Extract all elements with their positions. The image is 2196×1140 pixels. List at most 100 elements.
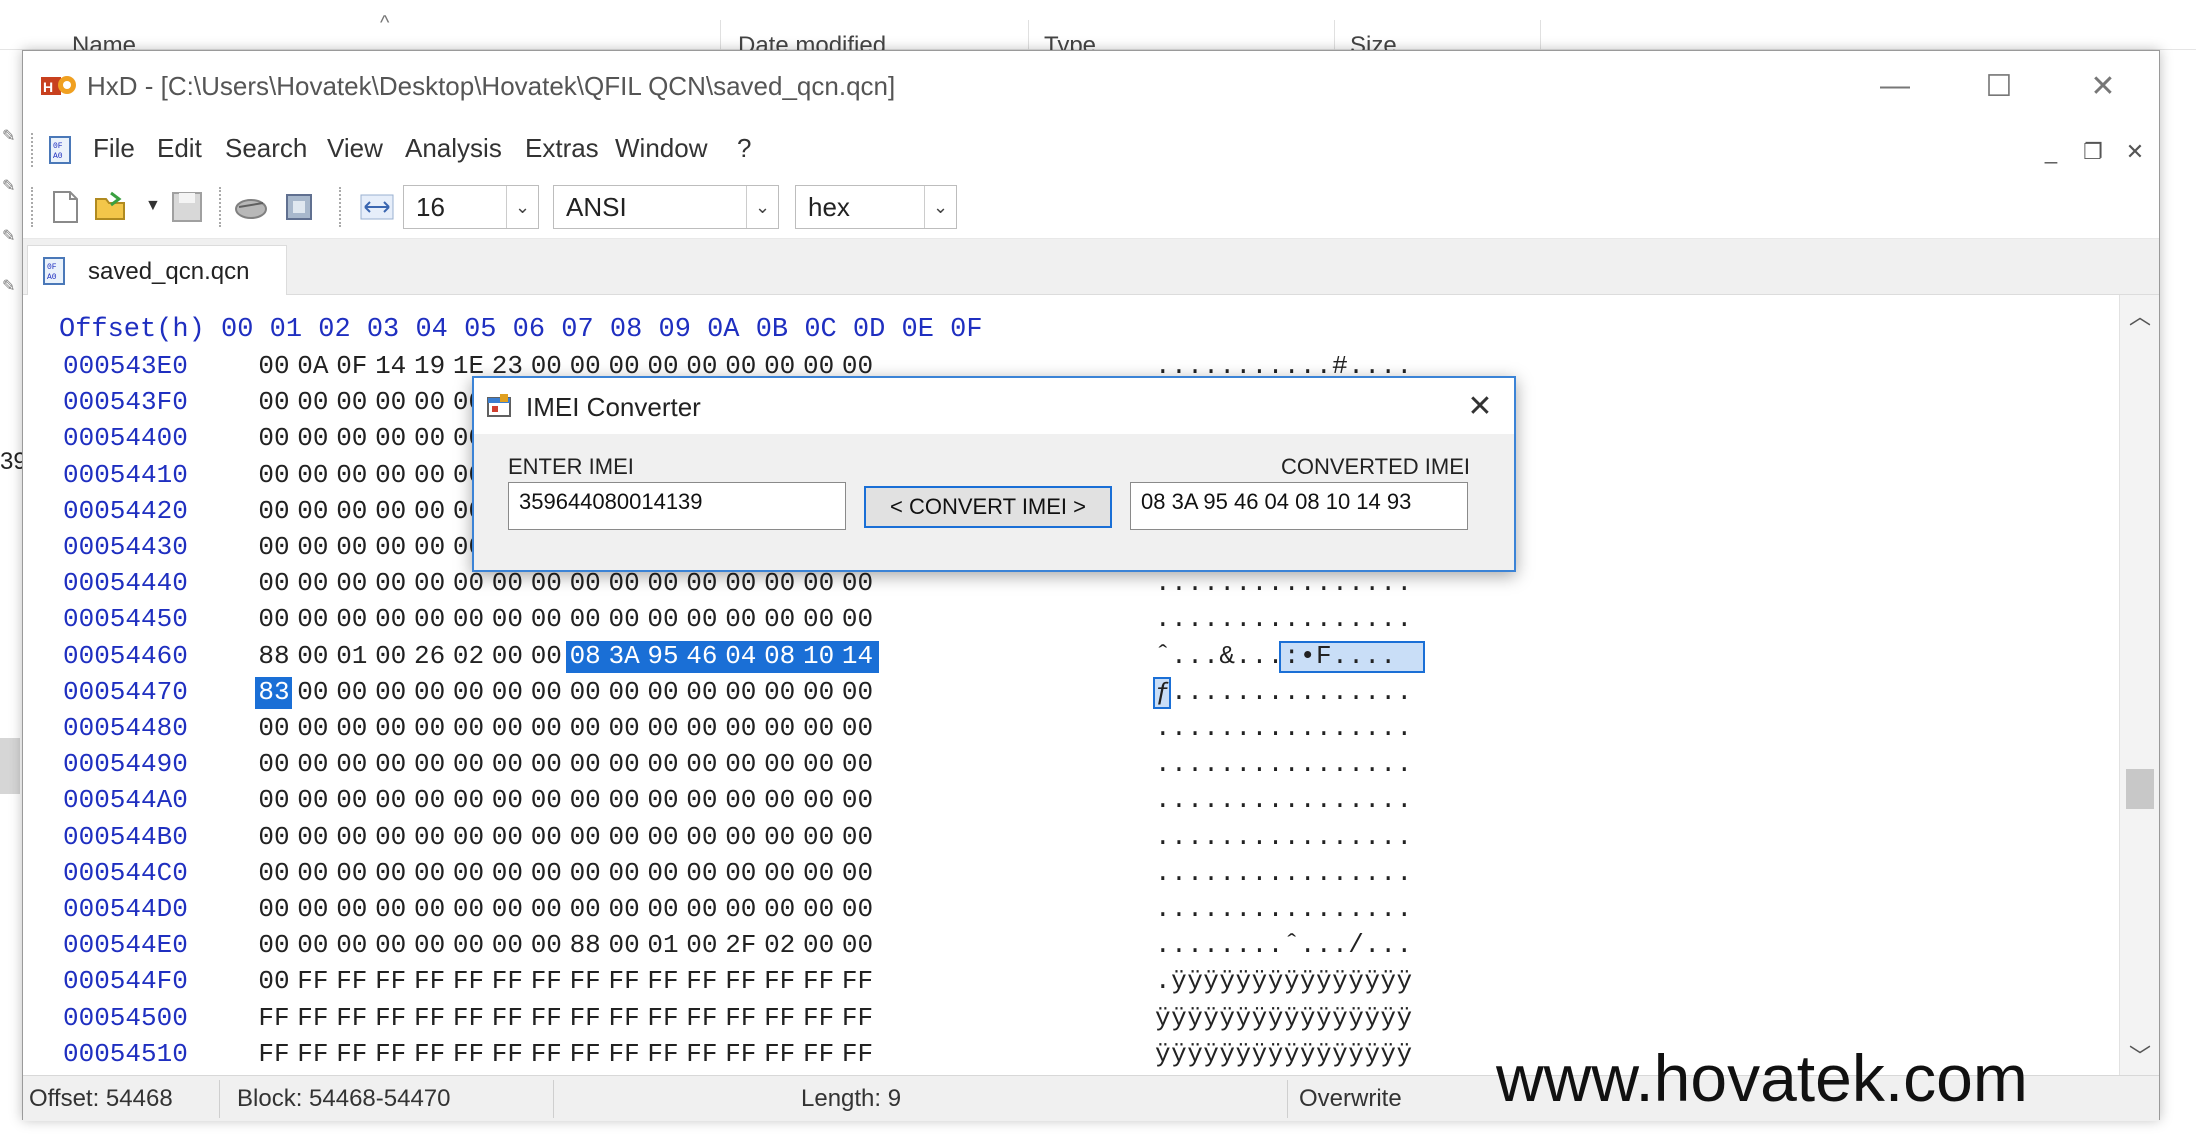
hex-byte[interactable]: 00 [333, 568, 371, 598]
hex-byte[interactable]: 00 [294, 604, 332, 634]
convert-imei-button[interactable]: < CONVERT IMEI > [864, 486, 1112, 528]
scroll-down-icon[interactable]: ﹀ [2120, 1035, 2160, 1075]
hex-byte[interactable]: 00 [761, 822, 799, 852]
hex-byte[interactable]: 00 [294, 713, 332, 743]
hex-byte[interactable]: 00 [605, 604, 643, 634]
hex-byte[interactable]: 00 [527, 604, 565, 634]
hex-row[interactable]: 000544F0 00 FF FF FF FF FF FF FF FF FF FF FF FF FF FF FF… [59, 966, 1509, 1002]
hex-byte[interactable]: 00 [761, 568, 799, 598]
hex-byte[interactable]: FF [722, 1039, 760, 1069]
hex-byte[interactable]: 00 [255, 532, 293, 562]
hex-byte[interactable]: 00 [839, 604, 877, 634]
hex-row[interactable]: 000544E0 00 00 00 00 00 00 00 00 88 00 01 00 2F 02 00 00… [59, 930, 1509, 966]
hex-byte[interactable]: FF [761, 1039, 799, 1069]
hex-byte[interactable]: 00 [372, 749, 410, 779]
hex-byte[interactable]: 00 [605, 568, 643, 598]
hex-byte[interactable]: 00 [605, 749, 643, 779]
hex-byte[interactable]: 00 [372, 604, 410, 634]
hex-byte[interactable]: 00 [488, 822, 526, 852]
hex-byte[interactable]: FF [761, 1003, 799, 1033]
hex-byte[interactable]: 00 [450, 822, 488, 852]
hex-byte[interactable]: 00 [294, 460, 332, 490]
ascii-text[interactable]: .ÿÿÿÿÿÿÿÿÿÿÿÿÿÿÿ [1155, 966, 1413, 996]
hex-byte[interactable]: 14 [839, 641, 877, 671]
hex-byte[interactable]: 00 [411, 677, 449, 707]
hex-byte[interactable]: 00 [411, 930, 449, 960]
dialog-close-button[interactable]: ✕ [1460, 386, 1500, 426]
ascii-text[interactable]: ÿÿÿÿÿÿÿÿÿÿÿÿÿÿÿÿ [1155, 1003, 1413, 1033]
hex-byte[interactable]: 00 [644, 713, 682, 743]
hex-byte[interactable]: FF [839, 1039, 877, 1069]
hex-byte[interactable]: 00 [605, 677, 643, 707]
hex-byte[interactable]: 00 [566, 894, 604, 924]
hex-byte[interactable]: 00 [255, 713, 293, 743]
hex-byte[interactable]: FF [527, 1039, 565, 1069]
hex-byte[interactable]: 00 [372, 822, 410, 852]
hex-byte[interactable]: 00 [488, 568, 526, 598]
hex-byte[interactable]: FF [527, 1003, 565, 1033]
hex-byte[interactable]: 00 [683, 749, 721, 779]
tab-saved-qcn[interactable]: 0F A0 saved_qcn.qcn [27, 245, 287, 295]
hex-byte[interactable]: 14 [372, 351, 410, 381]
scroll-up-icon[interactable]: ︿ [2120, 295, 2160, 335]
hex-byte[interactable]: FF [527, 966, 565, 996]
hex-byte[interactable]: 00 [644, 604, 682, 634]
hex-byte[interactable]: 00 [255, 785, 293, 815]
hex-byte[interactable]: 00 [333, 930, 371, 960]
hex-byte[interactable]: 00 [761, 604, 799, 634]
hex-row[interactable]: 00054490 00 00 00 00 00 00 00 00 00 00 00 00 00 00 00 00… [59, 749, 1509, 785]
hex-byte[interactable]: 00 [255, 894, 293, 924]
menu-file[interactable]: File [93, 133, 135, 164]
hex-byte[interactable]: FF [255, 1039, 293, 1069]
hex-byte[interactable]: 00 [333, 822, 371, 852]
hex-byte[interactable]: 00 [255, 749, 293, 779]
hex-byte[interactable]: FF [294, 966, 332, 996]
hex-byte[interactable]: 00 [450, 858, 488, 888]
hex-byte[interactable]: 00 [722, 894, 760, 924]
menu-edit[interactable]: Edit [157, 133, 202, 164]
mdi-restore-button[interactable]: ❐ [2079, 139, 2107, 165]
hex-byte[interactable]: 00 [683, 677, 721, 707]
hex-byte[interactable]: 00 [605, 822, 643, 852]
hex-byte[interactable]: 26 [411, 641, 449, 671]
hex-byte[interactable]: 00 [566, 785, 604, 815]
hex-byte[interactable]: 00 [411, 604, 449, 634]
hex-byte[interactable]: 00 [644, 677, 682, 707]
hex-byte[interactable]: FF [566, 1003, 604, 1033]
hex-byte[interactable]: FF [333, 966, 371, 996]
hex-byte[interactable]: 00 [450, 604, 488, 634]
hex-row[interactable]: 00054480 00 00 00 00 00 00 00 00 00 00 00 00 00 00 00 00… [59, 713, 1509, 749]
hex-byte[interactable]: 00 [566, 749, 604, 779]
hex-byte[interactable]: 00 [644, 858, 682, 888]
hex-byte[interactable]: 00 [372, 532, 410, 562]
hex-byte[interactable]: 95 [644, 641, 682, 671]
ascii-text[interactable]: ................ [1155, 822, 1413, 852]
hex-byte[interactable]: 00 [527, 677, 565, 707]
hex-byte[interactable]: 00 [488, 785, 526, 815]
hex-byte[interactable]: FF [839, 1003, 877, 1033]
hex-byte[interactable]: 00 [800, 749, 838, 779]
hex-byte[interactable]: 00 [294, 496, 332, 526]
hex-byte[interactable]: 00 [761, 894, 799, 924]
hex-byte[interactable]: 00 [566, 568, 604, 598]
hex-byte[interactable]: 00 [605, 894, 643, 924]
hex-byte[interactable]: FF [450, 1003, 488, 1033]
hex-byte[interactable]: 00 [411, 532, 449, 562]
hex-byte[interactable]: 00 [800, 858, 838, 888]
hex-byte[interactable]: 00 [294, 822, 332, 852]
hex-byte[interactable]: 83 [255, 677, 293, 707]
chevron-down-icon[interactable]: ⌄ [924, 186, 956, 228]
hex-byte[interactable]: 00 [722, 858, 760, 888]
hex-byte[interactable]: FF [372, 1003, 410, 1033]
hex-byte[interactable]: 00 [761, 785, 799, 815]
hex-byte[interactable]: 00 [255, 387, 293, 417]
hex-byte[interactable]: 00 [372, 423, 410, 453]
hex-byte[interactable]: FF [761, 966, 799, 996]
hex-byte[interactable]: 00 [605, 713, 643, 743]
new-file-icon[interactable] [47, 189, 83, 225]
hex-byte[interactable]: 00 [450, 713, 488, 743]
hex-byte[interactable]: 00 [800, 930, 838, 960]
hex-byte[interactable]: 00 [255, 930, 293, 960]
hex-byte[interactable]: 00 [294, 677, 332, 707]
hex-byte[interactable]: 00 [488, 677, 526, 707]
